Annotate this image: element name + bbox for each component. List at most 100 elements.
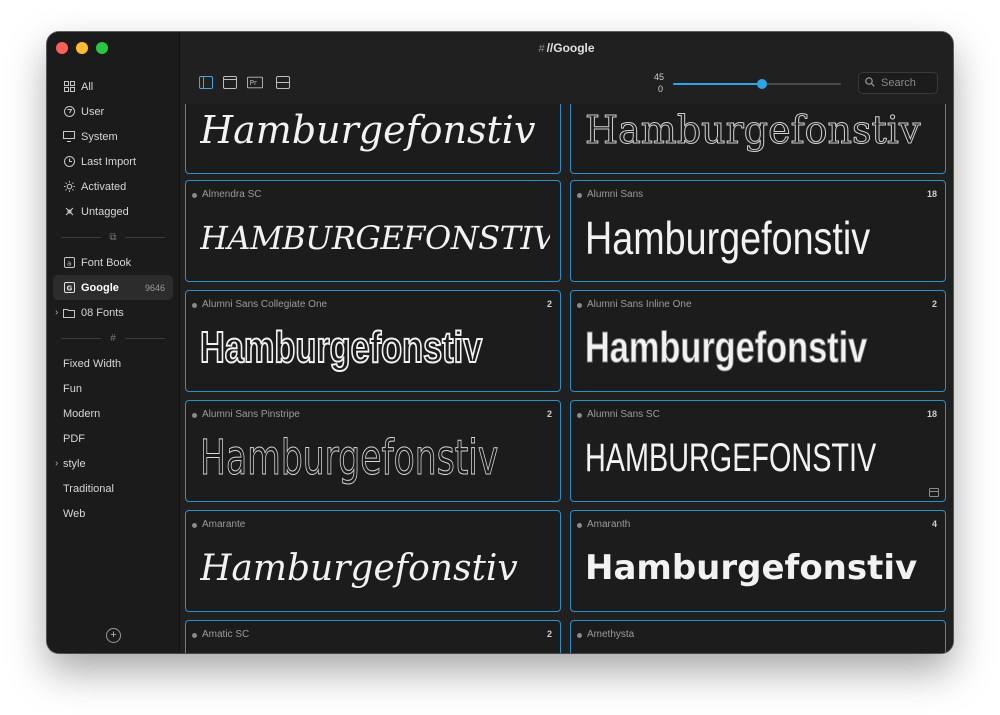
tag-item-style[interactable]: › style: [47, 451, 179, 476]
search-placeholder: Search: [881, 77, 916, 89]
font-card[interactable]: Alumni Sans 18 Hamburgefonstiv: [570, 180, 946, 282]
chevron-right-icon[interactable]: ›: [55, 458, 58, 469]
font-card[interactable]: Alumni Sans Pinstripe 2 Hamburgefonstiv: [185, 400, 561, 502]
google-library-icon: G: [63, 282, 75, 294]
tag-item-traditional[interactable]: Traditional: [47, 476, 179, 501]
tag-item-pdf[interactable]: PDF: [47, 426, 179, 451]
window-layout-icon[interactable]: [222, 74, 238, 90]
search-icon: [865, 76, 875, 90]
sidebar-toggle-icon[interactable]: [198, 74, 214, 90]
status-dot: [192, 633, 197, 638]
collection-icon: ⧉: [109, 231, 117, 243]
sidebar-item-last-import[interactable]: Last Import: [47, 149, 179, 174]
font-name: Amaranth: [587, 519, 631, 530]
sidebar-item-activated[interactable]: Activated: [47, 174, 179, 199]
clock-icon: [63, 156, 75, 168]
status-dot: [192, 523, 197, 528]
sidebar-nav: All User System Last Import Activated Un…: [47, 74, 179, 526]
tag-label: Fun: [63, 382, 82, 395]
font-sample: Hamburgefonstiv: [200, 108, 536, 152]
close-window-button[interactable]: [56, 42, 68, 54]
status-dot: [577, 413, 582, 418]
font-sample: Hamburgefonstiv: [585, 323, 868, 373]
sidebar-item-all[interactable]: All: [47, 74, 179, 99]
tag-item-web[interactable]: Web: [47, 501, 179, 526]
slider-fill: [673, 83, 762, 85]
size-value: 45: [654, 72, 665, 82]
style-count: 4: [931, 519, 937, 529]
tag-label: style: [63, 457, 86, 470]
search-field[interactable]: Search: [858, 72, 938, 94]
font-name: Amarante: [202, 519, 246, 530]
list-view-icon[interactable]: [275, 74, 291, 90]
font-card[interactable]: Hamburgefonstiv: [185, 104, 561, 174]
size-min-value: 0: [658, 84, 664, 94]
sidebar-item-untagged[interactable]: Untagged: [47, 199, 179, 224]
font-card[interactable]: Alumni Sans Inline One 2 Hamburgefonstiv: [570, 290, 946, 392]
font-card[interactable]: Hamburgefonstiv: [570, 104, 946, 174]
font-card[interactable]: Alumni Sans SC 18 Hamburgefonstiv: [570, 400, 946, 502]
font-sample: Hamburgefonstiv: [585, 435, 877, 480]
svg-text:Pr: Pr: [250, 78, 257, 87]
tag-label: PDF: [63, 432, 85, 445]
slider-knob[interactable]: [757, 79, 767, 89]
font-sample: Hamburgefonstiv: [585, 108, 921, 153]
calendar-icon: [929, 488, 939, 497]
font-sample: Hamburgefonstiv: [200, 647, 560, 653]
tag-item-fixed-width[interactable]: Fixed Width: [47, 351, 179, 376]
font-count-badge: 9646: [144, 282, 165, 293]
font-card[interactable]: Amatic SC 2 Hamburgefonstiv: [185, 620, 561, 653]
section-divider: ⧉: [47, 224, 179, 250]
sidebar-item-user[interactable]: User: [47, 99, 179, 124]
preview-text-icon[interactable]: Pr: [247, 74, 263, 90]
font-name: Amatic SC: [202, 629, 250, 640]
style-count: 2: [546, 629, 552, 639]
font-name: Alumni Sans: [587, 189, 644, 200]
font-book-icon: a: [63, 257, 75, 269]
tag-label: Traditional: [63, 482, 114, 495]
font-card[interactable]: Amethysta: [570, 620, 946, 653]
font-card[interactable]: Amarante Hamburgefonstiv: [185, 510, 561, 612]
untagged-icon: [63, 206, 75, 218]
font-sample: Hamburgefonstiv: [200, 430, 499, 487]
sidebar-item-label: Last Import: [81, 155, 137, 168]
sidebar-item-label: System: [81, 130, 118, 143]
sidebar-item-label: Untagged: [81, 205, 129, 218]
sidebar-item-google[interactable]: G Google 9646: [53, 275, 173, 300]
font-name: Almendra SC: [202, 189, 262, 200]
sidebar-item-label: 08 Fonts: [81, 306, 124, 319]
chevron-right-icon[interactable]: ›: [55, 307, 58, 318]
add-collection-button[interactable]: +: [106, 628, 121, 643]
font-sample: Hamburgefonstiv: [585, 548, 918, 588]
font-grid: Hamburgefonstiv Hamburgefonstiv Almendra…: [180, 104, 953, 653]
font-name: Alumni Sans Inline One: [587, 299, 692, 310]
title-text: //Google: [546, 41, 595, 55]
minimize-window-button[interactable]: [76, 42, 88, 54]
tag-label: Web: [63, 507, 86, 520]
status-dot: [577, 523, 582, 528]
sidebar-item-label: Activated: [81, 180, 127, 193]
font-sample: Hamburgefonstiv: [200, 322, 483, 373]
font-card[interactable]: Almendra SC Hamburgefonstiv: [185, 180, 561, 282]
font-name: Alumni Sans Collegiate One: [202, 299, 328, 310]
tag-item-fun[interactable]: Fun: [47, 376, 179, 401]
font-name: Alumni Sans Pinstripe: [202, 409, 300, 420]
sidebar-item-08-fonts[interactable]: › 08 Fonts: [47, 300, 179, 325]
folder-icon: [63, 307, 75, 319]
tag-item-modern[interactable]: Modern: [47, 401, 179, 426]
status-dot: [192, 413, 197, 418]
status-dot: [577, 303, 582, 308]
zoom-window-button[interactable]: [96, 42, 108, 54]
font-card[interactable]: Amaranth 4 Hamburgefonstiv: [570, 510, 946, 612]
font-name: Amethysta: [587, 629, 635, 640]
style-count: 18: [926, 409, 937, 419]
sidebar-item-font-book[interactable]: a Font Book: [47, 250, 179, 275]
font-name: Alumni Sans SC: [587, 409, 660, 420]
grid-icon: [63, 81, 75, 93]
font-sample: Hamburgefonstiv: [200, 547, 518, 589]
hash-icon: #: [538, 43, 545, 55]
font-card[interactable]: Alumni Sans Collegiate One 2 Hamburgefon…: [185, 290, 561, 392]
font-size-slider[interactable]: [673, 79, 841, 89]
font-sample: Hamburgefonstiv: [200, 219, 550, 257]
sidebar-item-system[interactable]: System: [47, 124, 179, 149]
